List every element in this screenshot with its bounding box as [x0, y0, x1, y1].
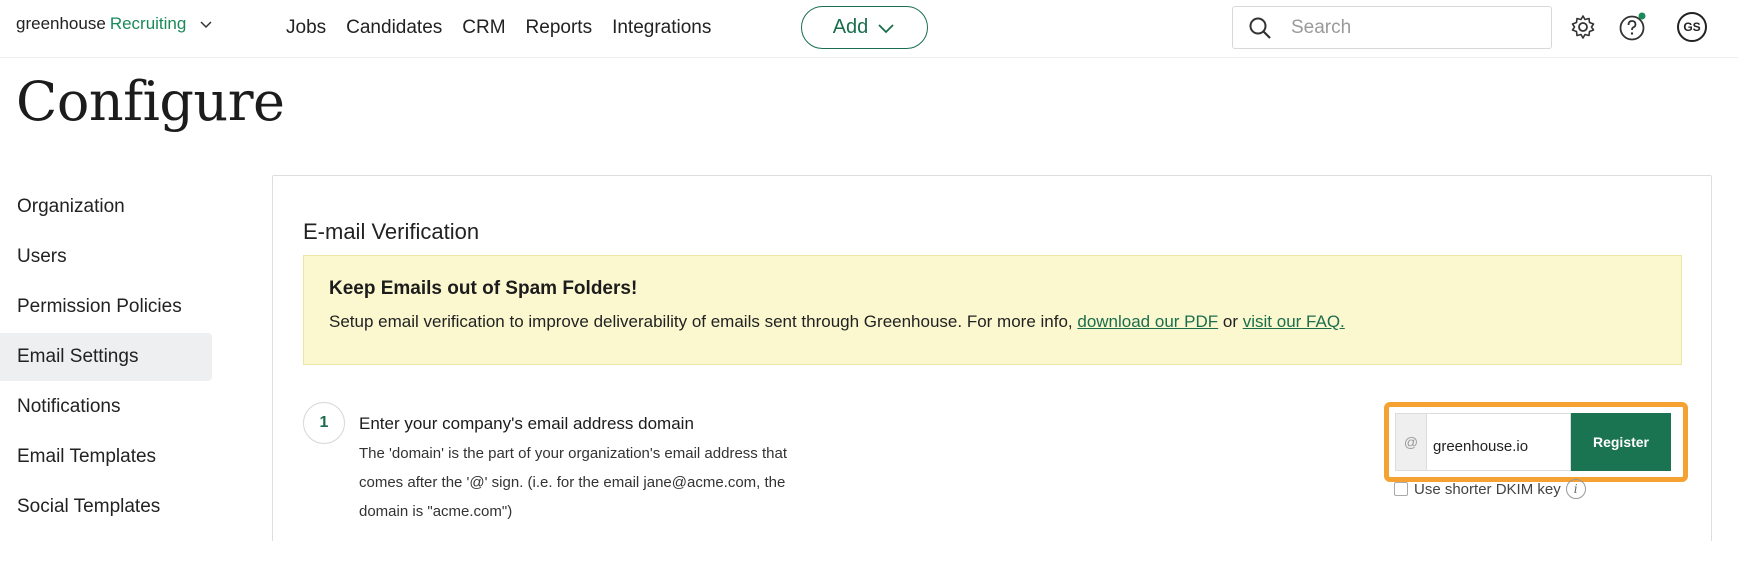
sidebar-item-notifications[interactable]: Notifications: [0, 383, 212, 431]
settings-button[interactable]: [1568, 12, 1598, 42]
help-button[interactable]: [1618, 12, 1648, 42]
email-verification-card: E-mail Verification Keep Emails out of S…: [272, 175, 1712, 581]
step-description: The 'domain' is the part of your organiz…: [359, 439, 859, 526]
chevron-down-icon[interactable]: [198, 16, 214, 32]
nav-link-reports[interactable]: Reports: [526, 15, 593, 41]
domain-input[interactable]: [1426, 413, 1571, 471]
chevron-down-icon: [878, 23, 894, 33]
sidebar-item-email-settings[interactable]: Email Settings: [0, 333, 212, 381]
step-description-line: domain is "acme.com"): [359, 503, 513, 520]
logo-brand: greenhouse: [16, 14, 106, 33]
at-symbol-prefix: @: [1395, 413, 1426, 471]
step-description-line: comes after the '@' sign. (i.e. for the …: [359, 474, 786, 491]
download-pdf-link[interactable]: download our PDF: [1077, 312, 1218, 331]
sidebar-item-permission-policies[interactable]: Permission Policies: [0, 283, 212, 331]
step-description-line: The 'domain' is the part of your organiz…: [359, 445, 787, 462]
page-title: Configure: [16, 70, 285, 133]
info-icon[interactable]: i: [1565, 479, 1586, 499]
nav-link-jobs[interactable]: Jobs: [286, 15, 326, 41]
viewport-bottom-edge: [0, 541, 1738, 581]
sidebar-item-email-templates[interactable]: Email Templates: [0, 433, 212, 481]
spam-warning-banner: Keep Emails out of Spam Folders! Setup e…: [303, 255, 1682, 365]
search-input[interactable]: [1291, 16, 1531, 39]
greenhouse-logo[interactable]: greenhouse Recruiting: [16, 14, 214, 34]
search-box[interactable]: [1232, 6, 1552, 49]
logo-product: Recruiting: [109, 14, 187, 33]
settings-sidebar: Organization Users Permission Policies E…: [0, 183, 212, 533]
step-title: Enter your company's email address domai…: [359, 414, 694, 433]
help-icon: [1619, 12, 1646, 41]
gear-icon: [1571, 15, 1595, 39]
banner-text-body: Setup email verification to improve deli…: [329, 312, 1078, 331]
banner-text: Setup email verification to improve deli…: [329, 312, 1656, 332]
sidebar-item-organization[interactable]: Organization: [0, 183, 212, 231]
banner-heading: Keep Emails out of Spam Folders!: [329, 278, 638, 299]
nav-link-candidates[interactable]: Candidates: [346, 15, 442, 41]
search-icon: [1249, 17, 1271, 39]
user-avatar[interactable]: GS: [1677, 12, 1707, 42]
banner-text-or: or: [1218, 312, 1243, 331]
dkim-option: Use shorter DKIM key i: [1394, 479, 1586, 499]
sidebar-item-social-templates[interactable]: Social Templates: [0, 483, 212, 531]
visit-faq-link[interactable]: visit our FAQ.: [1243, 312, 1345, 331]
add-button-label: Add: [832, 16, 869, 38]
dkim-label: Use shorter DKIM key: [1414, 480, 1561, 498]
register-button[interactable]: Register: [1571, 413, 1671, 471]
nav-link-crm[interactable]: CRM: [462, 15, 505, 41]
section-title: E-mail Verification: [303, 219, 480, 244]
domain-register-highlight: @ Register: [1384, 402, 1688, 482]
add-button[interactable]: Add: [801, 6, 928, 49]
top-navigation-bar: greenhouse Recruiting Jobs Candidates CR…: [0, 0, 1738, 58]
nav-link-integrations[interactable]: Integrations: [612, 15, 711, 41]
shorter-dkim-checkbox[interactable]: [1394, 482, 1408, 496]
main-nav: Jobs Candidates CRM Reports Integrations: [286, 15, 731, 41]
step-number-badge: 1: [303, 402, 345, 444]
sidebar-item-users[interactable]: Users: [0, 233, 212, 281]
